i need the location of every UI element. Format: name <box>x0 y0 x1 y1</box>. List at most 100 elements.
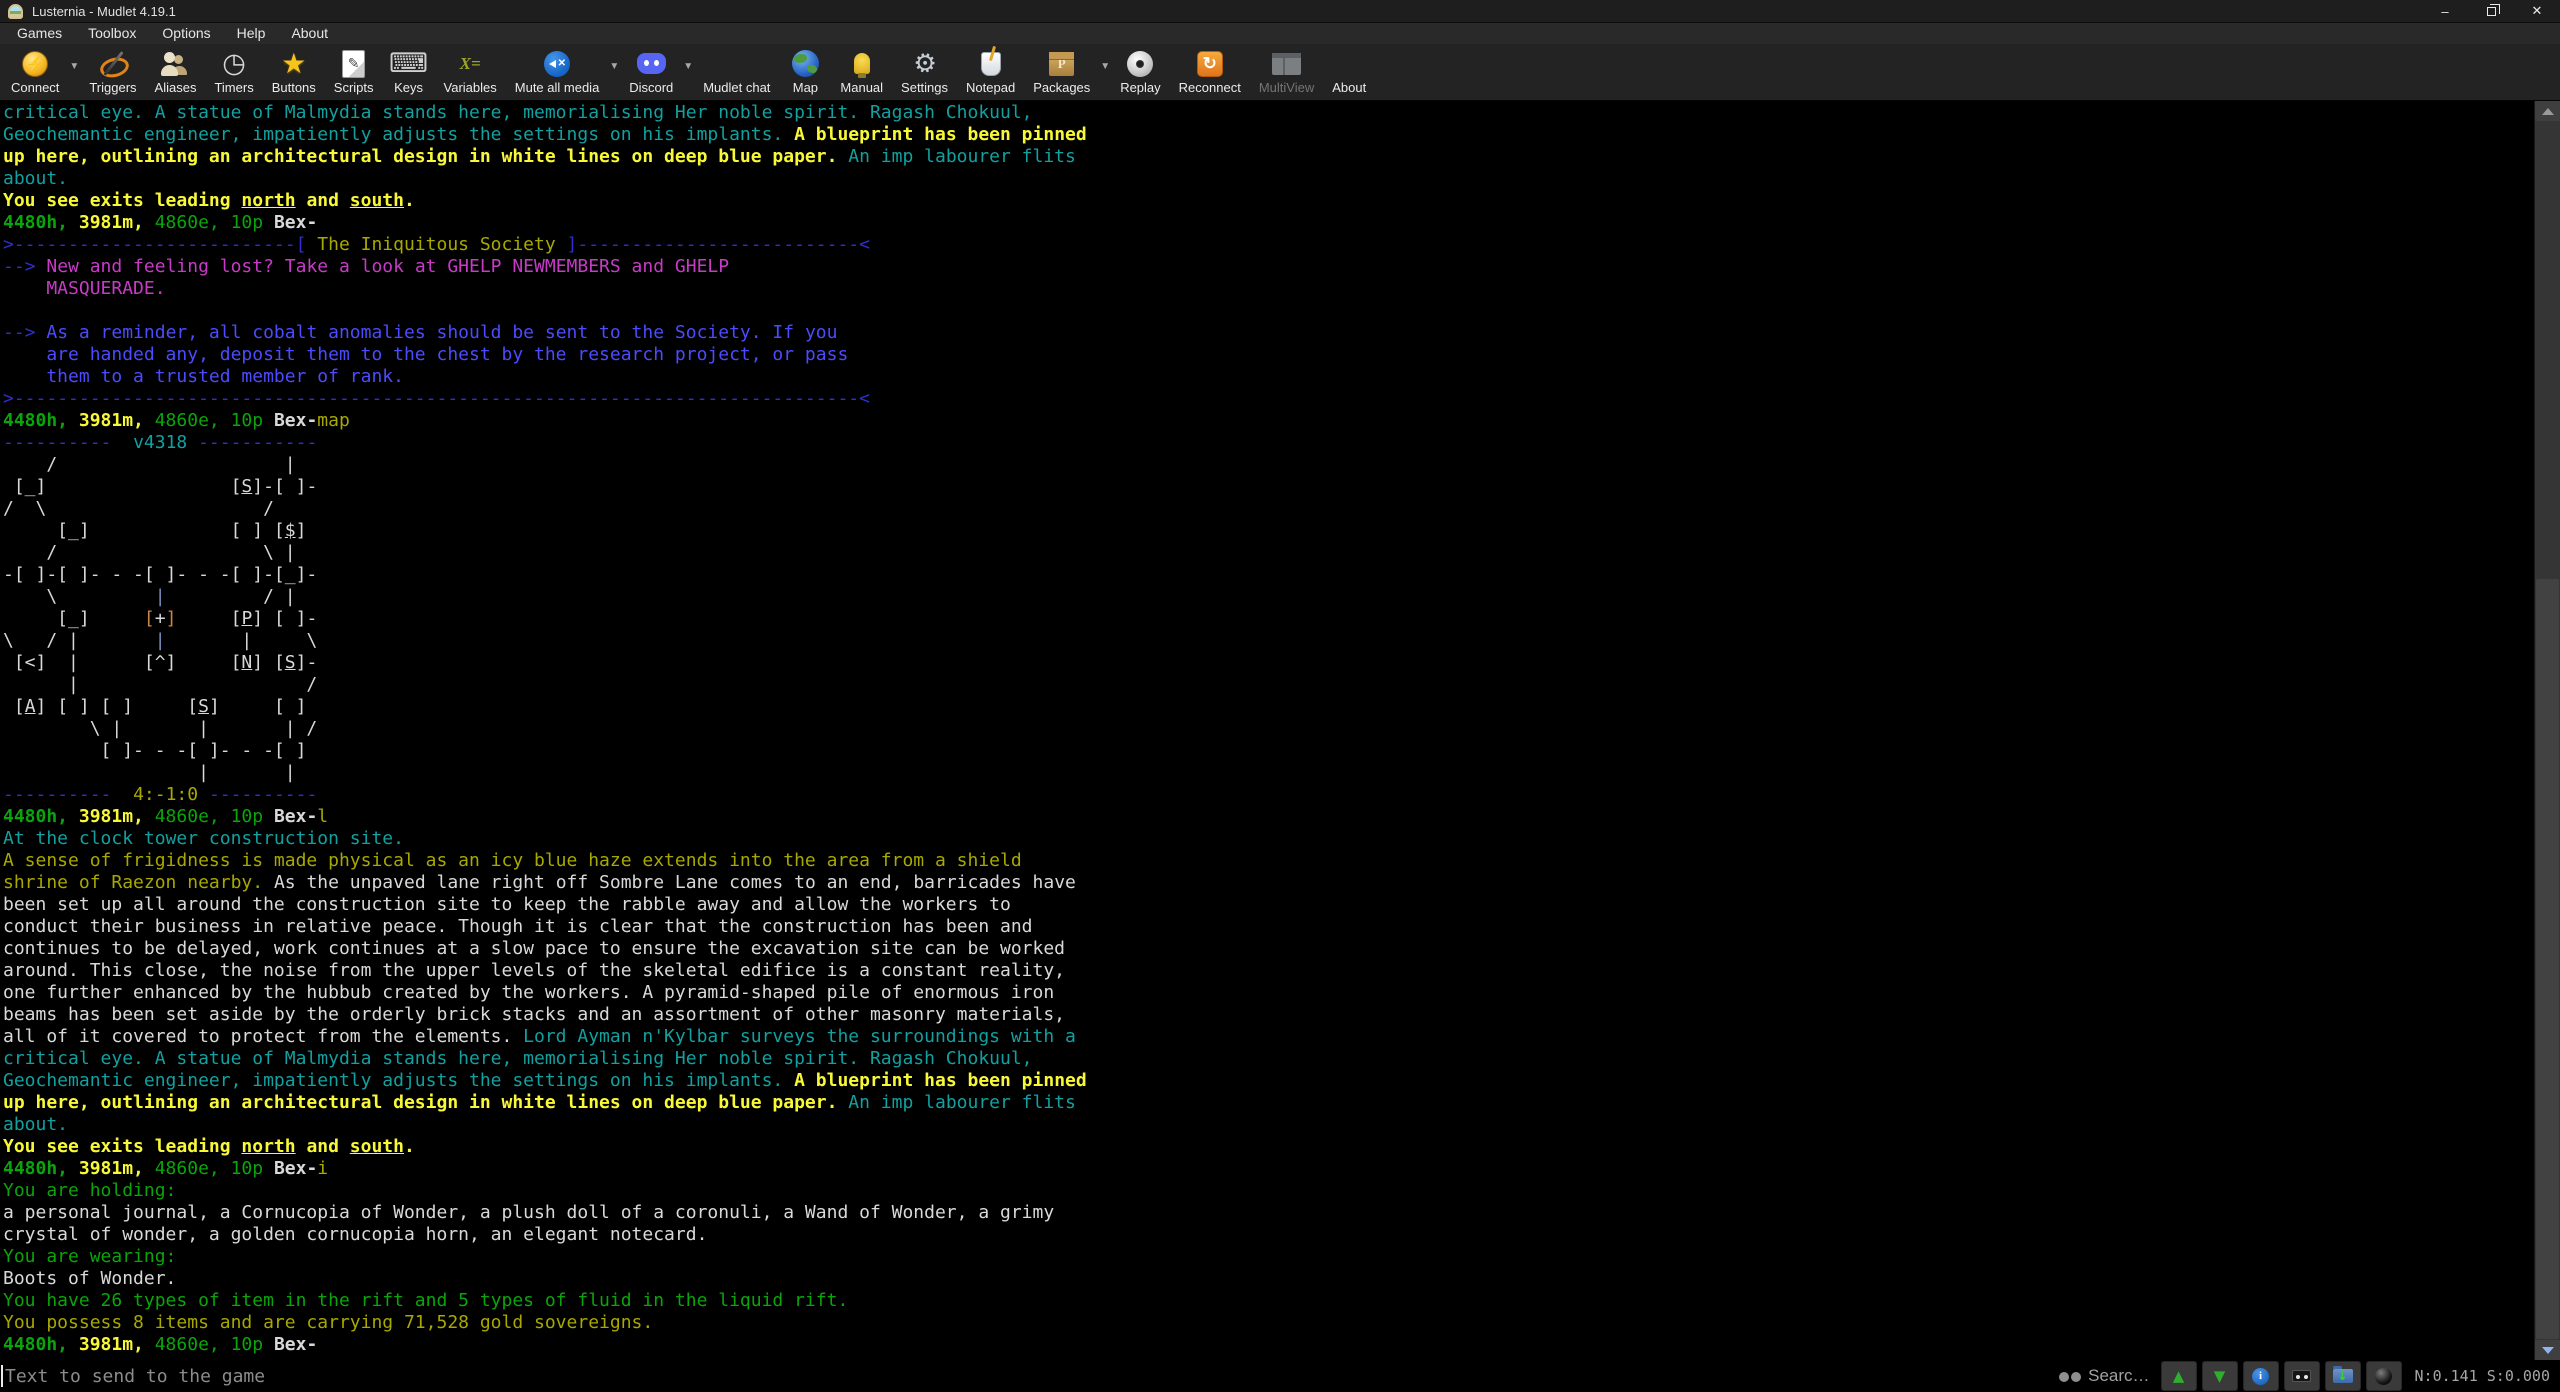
info-button[interactable]: i <box>2243 1361 2279 1391</box>
game-output[interactable]: critical eye. A statue of Malmydia stand… <box>0 101 2534 1360</box>
toolbar-button-keys[interactable]: ⌨Keys <box>383 46 435 95</box>
toolbar-label: Triggers <box>89 80 136 95</box>
terminal-line: [_] [ ] [$] <box>3 520 2534 542</box>
scrollbar-up-arrow-icon[interactable] <box>2535 101 2560 121</box>
multiview-icon <box>1272 53 1301 75</box>
terminal-line: a personal journal, a Cornucopia of Wond… <box>3 1202 2534 1224</box>
info-icon: i <box>2252 1368 2269 1385</box>
toolbar-label: Replay <box>1120 80 1160 95</box>
terminal-line: You see exits leading north and south. <box>3 1136 2534 1158</box>
terminal-line: | | <box>3 762 2534 784</box>
terminal-line: [A] [ ] [ ] [S] [ ] <box>3 696 2534 718</box>
menu-item-about[interactable]: About <box>278 23 341 44</box>
scroll-down-icon: ▼ <box>2214 1367 2226 1385</box>
terminal-line: up here, outlining an architectural desi… <box>3 1092 2534 1114</box>
terminal-line: A sense of frigidness is made physical a… <box>3 850 2534 872</box>
close-button[interactable]: ✕ <box>2514 0 2560 22</box>
toolbar-button-notepad[interactable]: Notepad <box>957 46 1024 95</box>
toolbar-button-triggers[interactable]: Triggers <box>80 46 145 95</box>
disc-icon <box>1127 51 1153 77</box>
toolbar-label: Notepad <box>966 80 1015 95</box>
terminal-line: critical eye. A statue of Malmydia stand… <box>3 102 2534 124</box>
latency-readout: N:0.141 S:0.000 <box>2415 1367 2550 1385</box>
toolbar-label: Timers <box>214 80 253 95</box>
toolbar-button-packages[interactable]: PPackages <box>1024 46 1099 95</box>
menu-item-options[interactable]: Options <box>149 23 223 44</box>
terminal-line: ---------- 4:-1:0 ---------- <box>3 784 2534 806</box>
terminal-line: ---------- v4318 ----------- <box>3 432 2534 454</box>
terminal-line: conduct their business in relative peace… <box>3 916 2534 938</box>
download-folder-button[interactable]: ↓ <box>2325 1361 2361 1391</box>
terminal-line: Geochemantic engineer, impatiently adjus… <box>3 1070 2534 1092</box>
dropdown-arrow-icon[interactable]: ▼ <box>1100 46 1110 72</box>
restore-button[interactable] <box>2468 0 2514 22</box>
menu-item-games[interactable]: Games <box>4 23 75 44</box>
scrollbar-thumb[interactable] <box>2536 579 2559 1339</box>
toolbar-label: Discord <box>629 80 673 95</box>
scrollbar-down-arrow-icon[interactable] <box>2535 1340 2560 1360</box>
terminal-line: been set up all around the construction … <box>3 894 2534 916</box>
toolbar: ⚡Connect▼TriggersAliases◷Timers★Buttons✎… <box>0 44 2560 101</box>
search-input[interactable]: Searc… <box>2059 1366 2149 1386</box>
terminal-line: up here, outlining an architectural desi… <box>3 146 2534 168</box>
terminal-line: 4480h, 3981m, 4860e, 10p Bex- <box>3 1334 2534 1356</box>
toolbar-button-replay[interactable]: Replay <box>1111 46 1169 95</box>
mudlet-app-icon <box>8 4 23 19</box>
scroll-up-button[interactable]: ▲ <box>2161 1361 2197 1391</box>
command-input[interactable]: Text to send to the game <box>0 1360 2059 1392</box>
terminal-line: about. <box>3 168 2534 190</box>
terminal-line: crystal of wonder, a golden cornucopia h… <box>3 1224 2534 1246</box>
terminal-line: them to a trusted member of rank. <box>3 366 2534 388</box>
record-button[interactable] <box>2366 1361 2402 1391</box>
star-icon: ★ <box>281 47 306 80</box>
terminal-line: --> New and feeling lost? Take a look at… <box>3 256 2534 278</box>
toolbar-label: Mudlet chat <box>703 80 770 95</box>
toolbar-button-reconnect[interactable]: ↻Reconnect <box>1170 46 1250 95</box>
toolbar-button-settings[interactable]: ⚙Settings <box>892 46 957 95</box>
terminal-line: >---------------------------------------… <box>3 388 2534 410</box>
dropdown-arrow-icon[interactable]: ▼ <box>609 46 619 72</box>
variables-icon: X= <box>460 54 481 74</box>
toolbar-button-about[interactable]: About <box>1323 46 1375 95</box>
command-input-placeholder: Text to send to the game <box>5 1366 265 1387</box>
toolbar-label: Keys <box>394 80 423 95</box>
toolbar-button-multiview[interactable]: MultiView <box>1250 46 1323 95</box>
text-caret <box>1 1365 3 1387</box>
status-buttons: ▲ ▼ i ↓ <box>2161 1361 2402 1391</box>
toolbar-button-discord[interactable]: Discord <box>620 46 682 95</box>
toolbar-button-timers[interactable]: ◷Timers <box>205 46 262 95</box>
notepad-icon <box>981 52 1001 76</box>
toolbar-button-connect[interactable]: ⚡ Connect <box>2 46 68 95</box>
toolbar-button-scripts[interactable]: ✎ Scripts <box>325 46 383 95</box>
toolbar-button-mute[interactable]: ✕Mute all media <box>506 46 609 95</box>
toolbar-button-variables[interactable]: X=Variables <box>435 46 506 95</box>
toolbar-label: Scripts <box>334 80 374 95</box>
script-paper-icon: ✎ <box>342 50 365 78</box>
dropdown-arrow-icon[interactable]: ▼ <box>683 46 693 72</box>
toolbar-button-aliases[interactable]: Aliases <box>146 46 206 95</box>
dropdown-arrow-icon[interactable]: ▼ <box>69 46 79 72</box>
terminal-line: MASQUERADE. <box>3 278 2534 300</box>
minimize-button[interactable]: – <box>2422 0 2468 22</box>
aliases-icon <box>160 50 190 77</box>
connect-icon: ⚡ <box>22 51 48 77</box>
bottom-bar: Text to send to the game Searc… ▲ ▼ i ↓ N:0… <box>0 1360 2560 1392</box>
terminal-line: one further enhanced by the hubbub creat… <box>3 982 2534 1004</box>
toolbar-button-manual[interactable]: Manual <box>831 46 892 95</box>
menu-item-help[interactable]: Help <box>224 23 279 44</box>
scrollbar[interactable] <box>2534 101 2560 1360</box>
toolbar-button-buttons[interactable]: ★Buttons <box>263 46 325 95</box>
toolbar-button-map[interactable]: Map <box>779 46 831 95</box>
record-icon <box>2375 1368 2392 1385</box>
menu-item-toolbox[interactable]: Toolbox <box>75 23 149 44</box>
menu-bar: GamesToolboxOptionsHelpAbout <box>0 22 2560 44</box>
terminal-line: \ / | | | \ <box>3 630 2534 652</box>
cassette-icon <box>2292 1370 2311 1382</box>
terminal-line: [<] | [^] [N] [S]- <box>3 652 2534 674</box>
toolbar-button-mudlet-chat[interactable]: Mudlet chat <box>694 46 779 95</box>
replay-cassette-button[interactable] <box>2284 1361 2320 1391</box>
toolbar-label: Connect <box>11 80 59 95</box>
terminal-line: -[ ]-[ ]- - -[ ]- - -[ ]-[_]- <box>3 564 2534 586</box>
globe-icon <box>792 50 819 77</box>
scroll-down-button[interactable]: ▼ <box>2202 1361 2238 1391</box>
